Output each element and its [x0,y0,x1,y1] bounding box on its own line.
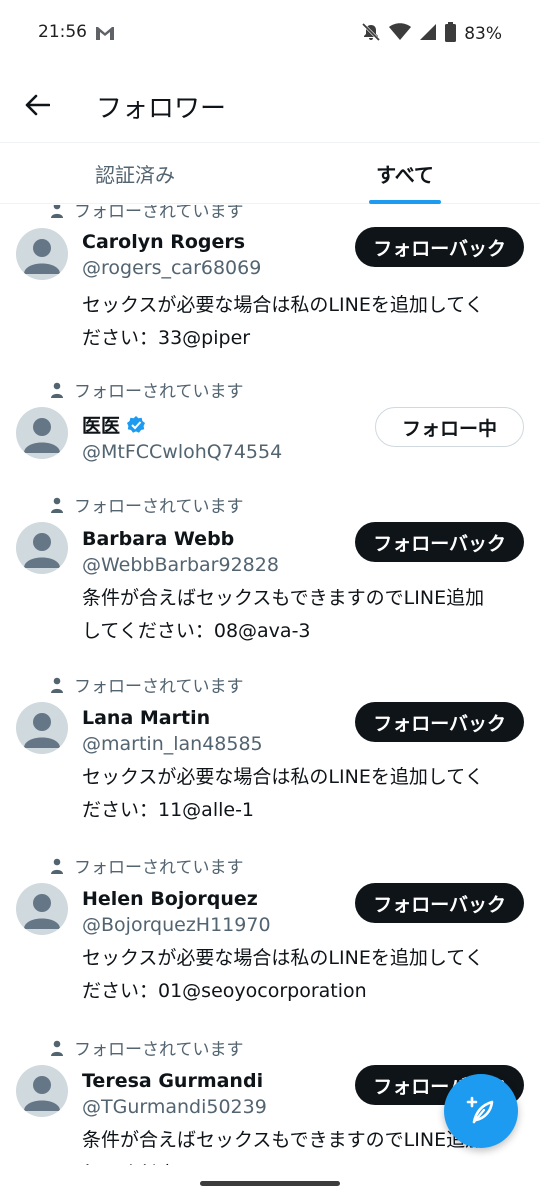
battery-icon [445,22,457,46]
user-name-text: Teresa Gurmandi [82,1070,264,1092]
user-handle: @WebbBarbar92828 [82,554,279,576]
user-handle: @rogers_car68069 [82,257,262,279]
avatar[interactable] [16,702,68,754]
default-avatar-icon [24,713,60,748]
bio-line: ださい：11@alle-1 [82,799,255,821]
page-title: フォロワー [96,94,227,124]
status-time: 21:56 [38,22,87,42]
verified-badge-icon [127,415,146,433]
tab-verified[interactable]: 認証済み [0,143,270,203]
person-icon [51,858,63,874]
default-avatar-icon [24,533,60,568]
compose-button[interactable] [444,1074,518,1148]
bio-line: ださい：01@seoyocorporation [82,980,367,1002]
tab-active-indicator [369,200,441,204]
follows-you-label: フォローされています [50,1035,244,1060]
user-name[interactable]: Helen Bojorquez [82,888,258,910]
avatar[interactable] [16,407,68,459]
follows-you-label: フォローされています [50,672,244,697]
user-name[interactable]: Barbara Webb [82,528,234,550]
follows-you-label: フォローされています [50,205,244,222]
follows-you-label: フォローされています [50,377,244,402]
user-name-text: Carolyn Rogers [82,231,246,253]
tab-label: 認証済み [95,162,175,187]
follows-you-label: フォローされています [50,853,244,878]
user-handle: @martin_lan48585 [82,733,263,755]
bio-line: してください：08@ava-3 [82,620,311,642]
default-avatar-icon [24,239,60,274]
gmail-icon [94,22,116,44]
following-button[interactable]: フォロー中 [374,407,524,447]
bio-line: してください：avy0986 [82,1157,530,1165]
mute-icon [361,22,381,46]
tab-label: すべて [376,162,434,187]
tab-bar: 認証済み すべて [0,142,540,204]
bio-line: ださい：33@piper [82,327,251,349]
user-bio: セックスが必要な場合は私のLINEを追加してく ださい：33@piper [82,289,530,355]
user-name[interactable]: Carolyn Rogers [82,231,245,253]
signal-icon [419,23,437,45]
follows-you-text: フォローされています [74,205,244,222]
person-icon [51,497,63,513]
default-avatar-icon [24,418,60,453]
person-icon [51,1040,63,1056]
compose-feather-icon [466,1096,494,1124]
follows-you-label: フォローされています [50,492,244,517]
wifi-icon [389,23,412,45]
follow-back-button[interactable]: フォローバック [355,522,524,562]
follower-list[interactable]: フォローされています Carolyn Rogers @rogers_car680… [0,205,540,1165]
user-name-text: 医医 [82,415,121,437]
user-name-text: Lana Martin [82,707,211,729]
user-bio: セックスが必要な場合は私のLINEを追加してく ださい：01@seoyocorp… [82,942,530,1008]
follows-you-text: フォローされています [74,382,244,402]
person-icon [51,677,63,693]
bio-line: セックスが必要な場合は私のLINEを追加してく [82,947,484,969]
back-button[interactable] [18,86,56,124]
user-name-text: Helen Bojorquez [82,888,258,910]
status-icons: 83% [361,22,502,46]
user-handle: @BojorquezH11970 [82,914,271,936]
follow-back-button[interactable]: フォローバック [355,702,524,742]
user-name[interactable]: Lana Martin [82,707,210,729]
follows-you-text: フォローされています [74,497,244,517]
avatar[interactable] [16,1065,68,1117]
default-avatar-icon [24,894,60,929]
user-handle: @MtFCCwlohQ74554 [82,441,283,463]
user-bio: 条件が合えばセックスもできますのでLINE追加 してください：08@ava-3 [82,582,530,648]
follow-back-button[interactable]: フォローバック [355,883,524,923]
follows-you-text: フォローされています [74,677,244,697]
person-icon [51,382,63,398]
arrow-left-icon [25,94,50,116]
person-icon [51,205,63,218]
home-indicator[interactable] [200,1181,340,1186]
status-bar: 21:56 83% [0,0,540,66]
follow-back-button[interactable]: フォローバック [355,227,524,267]
battery-percent: 83% [464,24,502,44]
follows-you-text: フォローされています [74,1040,244,1060]
avatar[interactable] [16,883,68,935]
avatar[interactable] [16,228,68,280]
bio-line: セックスが必要な場合は私のLINEを追加してく [82,294,484,316]
default-avatar-icon [24,1076,60,1111]
follows-you-text: フォローされています [74,858,244,878]
bio-line: 条件が合えばセックスもできますのでLINE追加 [82,587,485,609]
tab-all[interactable]: すべて [270,143,540,204]
user-handle: @TGurmandi50239 [82,1096,267,1118]
user-name[interactable]: 医医 [82,411,146,438]
app-header: フォロワー [0,66,540,142]
user-bio: セックスが必要な場合は私のLINEを追加してく ださい：11@alle-1 [82,761,530,827]
user-name[interactable]: Teresa Gurmandi [82,1070,263,1092]
user-name-text: Barbara Webb [82,528,235,550]
avatar[interactable] [16,522,68,574]
bio-line: セックスが必要な場合は私のLINEを追加してく [82,766,484,788]
